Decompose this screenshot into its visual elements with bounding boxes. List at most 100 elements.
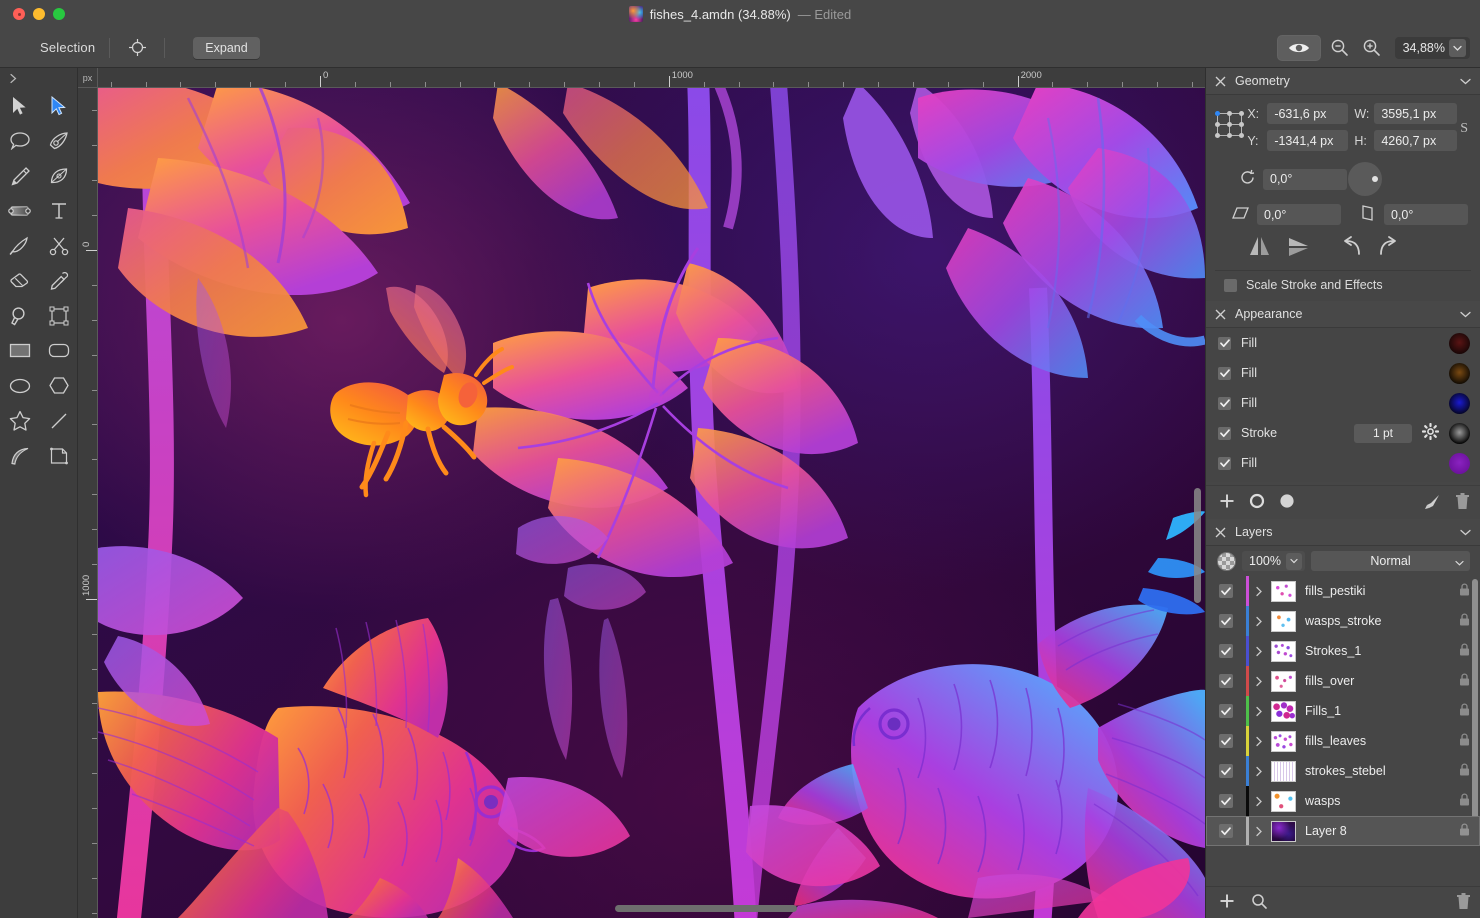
knife-icon[interactable] <box>0 228 39 263</box>
hexagon-icon[interactable] <box>39 368 78 403</box>
appearance-panel-header[interactable]: Appearance <box>1206 301 1480 328</box>
scissors-icon[interactable] <box>39 228 78 263</box>
lock-icon[interactable] <box>1459 643 1470 659</box>
trash-icon[interactable] <box>1455 492 1470 513</box>
chevron-right-icon[interactable] <box>1249 646 1269 657</box>
layer-row[interactable]: Layer 8 <box>1206 816 1480 846</box>
move-tool[interactable] <box>0 88 39 123</box>
chevron-down-icon[interactable] <box>1459 526 1471 538</box>
node-tool[interactable] <box>39 88 78 123</box>
lock-icon[interactable] <box>1459 703 1470 719</box>
appearance-row[interactable]: Fill <box>1206 358 1480 388</box>
link-chain-icon[interactable]: S <box>1457 121 1471 137</box>
lock-icon[interactable] <box>1459 823 1470 839</box>
speech-bubble-tool[interactable] <box>0 123 39 158</box>
lock-icon[interactable] <box>1459 793 1470 809</box>
rectangle-icon[interactable] <box>0 333 39 368</box>
close-button[interactable] <box>13 8 25 20</box>
flip-vertical-icon[interactable] <box>1286 235 1311 260</box>
appearance-row-swatch[interactable] <box>1449 422 1470 444</box>
shear-vertical-field[interactable]: 0,0° <box>1384 204 1468 225</box>
pencil-icon[interactable] <box>0 158 39 193</box>
rotation-field[interactable]: 0,0° <box>1263 168 1347 190</box>
ruler-unit-label[interactable]: px <box>78 68 98 88</box>
appearance-row-checkbox[interactable] <box>1218 396 1231 410</box>
dog-ear-page-icon[interactable] <box>39 438 78 473</box>
layer-visibility-checkbox[interactable] <box>1219 734 1233 748</box>
appearance-row-swatch[interactable] <box>1449 452 1470 474</box>
x-field[interactable]: -631,6 px <box>1267 103 1349 124</box>
tools-expand-toggle[interactable] <box>0 68 77 88</box>
w-field[interactable]: 3595,1 px <box>1374 103 1458 124</box>
scale-stroke-checkbox[interactable] <box>1224 278 1237 292</box>
vertical-scrollbar[interactable] <box>1194 488 1201 603</box>
layer-visibility-checkbox[interactable] <box>1219 584 1233 598</box>
close-x-icon[interactable] <box>1215 309 1226 320</box>
eyedropper-icon[interactable] <box>39 263 78 298</box>
appearance-row-swatch[interactable] <box>1449 392 1470 414</box>
layer-row[interactable]: wasps_stroke <box>1206 606 1480 636</box>
vector-brush-icon[interactable] <box>39 158 78 193</box>
lock-icon[interactable] <box>1459 733 1470 749</box>
checker-circle-icon[interactable] <box>1217 551 1236 571</box>
chevron-down-icon[interactable] <box>1449 38 1466 57</box>
expand-button[interactable]: Expand <box>193 36 260 59</box>
pen-nib-icon[interactable] <box>39 123 78 158</box>
plus-icon[interactable] <box>1219 493 1235 512</box>
layer-visibility-checkbox[interactable] <box>1219 614 1233 628</box>
horizontal-scrollbar[interactable] <box>615 905 797 912</box>
rotation-dial[interactable] <box>1348 162 1382 196</box>
magnifier-icon[interactable] <box>0 298 39 333</box>
layer-visibility-checkbox[interactable] <box>1219 644 1233 658</box>
transform-frame-icon[interactable] <box>39 298 78 333</box>
rotate-right-icon[interactable] <box>1377 235 1401 260</box>
star-icon[interactable] <box>0 403 39 438</box>
vertical-ruler[interactable]: 0 1000 <box>78 88 98 918</box>
chevron-right-icon[interactable] <box>1249 616 1269 627</box>
eye-icon[interactable] <box>1276 34 1321 61</box>
crescent-icon[interactable] <box>0 438 39 473</box>
layer-row[interactable]: wasps <box>1206 786 1480 816</box>
close-x-icon[interactable] <box>1215 76 1226 87</box>
layer-visibility-checkbox[interactable] <box>1219 824 1233 838</box>
layers-panel-header[interactable]: Layers <box>1206 519 1480 546</box>
lock-icon[interactable] <box>1459 613 1470 629</box>
h-field[interactable]: 4260,7 px <box>1374 130 1458 151</box>
plus-icon[interactable] <box>1219 893 1235 912</box>
chevron-right-icon[interactable] <box>1249 826 1269 837</box>
chevron-right-icon[interactable] <box>1249 706 1269 717</box>
blend-mode-select[interactable]: Normal <box>1310 551 1470 571</box>
crosshair-target-icon[interactable] <box>124 35 150 61</box>
chevron-down-icon[interactable] <box>1459 75 1471 87</box>
stroke-width-field[interactable]: 1 pt <box>1354 423 1412 443</box>
gear-icon[interactable] <box>1421 422 1440 443</box>
flip-horizontal-icon[interactable] <box>1247 235 1272 260</box>
layer-visibility-checkbox[interactable] <box>1219 764 1233 778</box>
chevron-right-icon[interactable] <box>1249 766 1269 777</box>
text-t-icon[interactable] <box>39 193 78 228</box>
zoom-level-field[interactable]: 34,88% <box>1394 36 1470 59</box>
chevron-right-icon[interactable] <box>1249 736 1269 747</box>
chevron-right-icon[interactable] <box>1249 586 1269 597</box>
trash-icon[interactable] <box>1456 892 1471 913</box>
appearance-row-swatch[interactable] <box>1449 332 1470 354</box>
lock-icon[interactable] <box>1459 763 1470 779</box>
eraser-icon[interactable] <box>0 263 39 298</box>
document-canvas[interactable] <box>98 88 1205 918</box>
rotate-left-icon[interactable] <box>1339 235 1363 260</box>
geometry-panel-header[interactable]: Geometry <box>1206 68 1480 95</box>
maximize-button[interactable] <box>53 8 65 20</box>
appearance-row-swatch[interactable] <box>1449 362 1470 384</box>
layer-row[interactable]: Strokes_1 <box>1206 636 1480 666</box>
layer-row[interactable]: fills_leaves <box>1206 726 1480 756</box>
chevron-down-icon[interactable] <box>1455 555 1464 569</box>
horizontal-ruler[interactable]: 0 1000 2000 <box>98 68 1205 88</box>
scale-stroke-row[interactable]: Scale Stroke and Effects <box>1215 270 1471 301</box>
chevron-right-icon[interactable] <box>1249 676 1269 687</box>
shear-horizontal-field[interactable]: 0,0° <box>1257 204 1341 225</box>
appearance-row[interactable]: Fill <box>1206 388 1480 418</box>
zoom-out-icon[interactable] <box>1327 35 1353 61</box>
appearance-row[interactable]: Fill <box>1206 448 1480 478</box>
appearance-row-checkbox[interactable] <box>1218 426 1231 440</box>
gradient-fill-icon[interactable] <box>0 193 39 228</box>
